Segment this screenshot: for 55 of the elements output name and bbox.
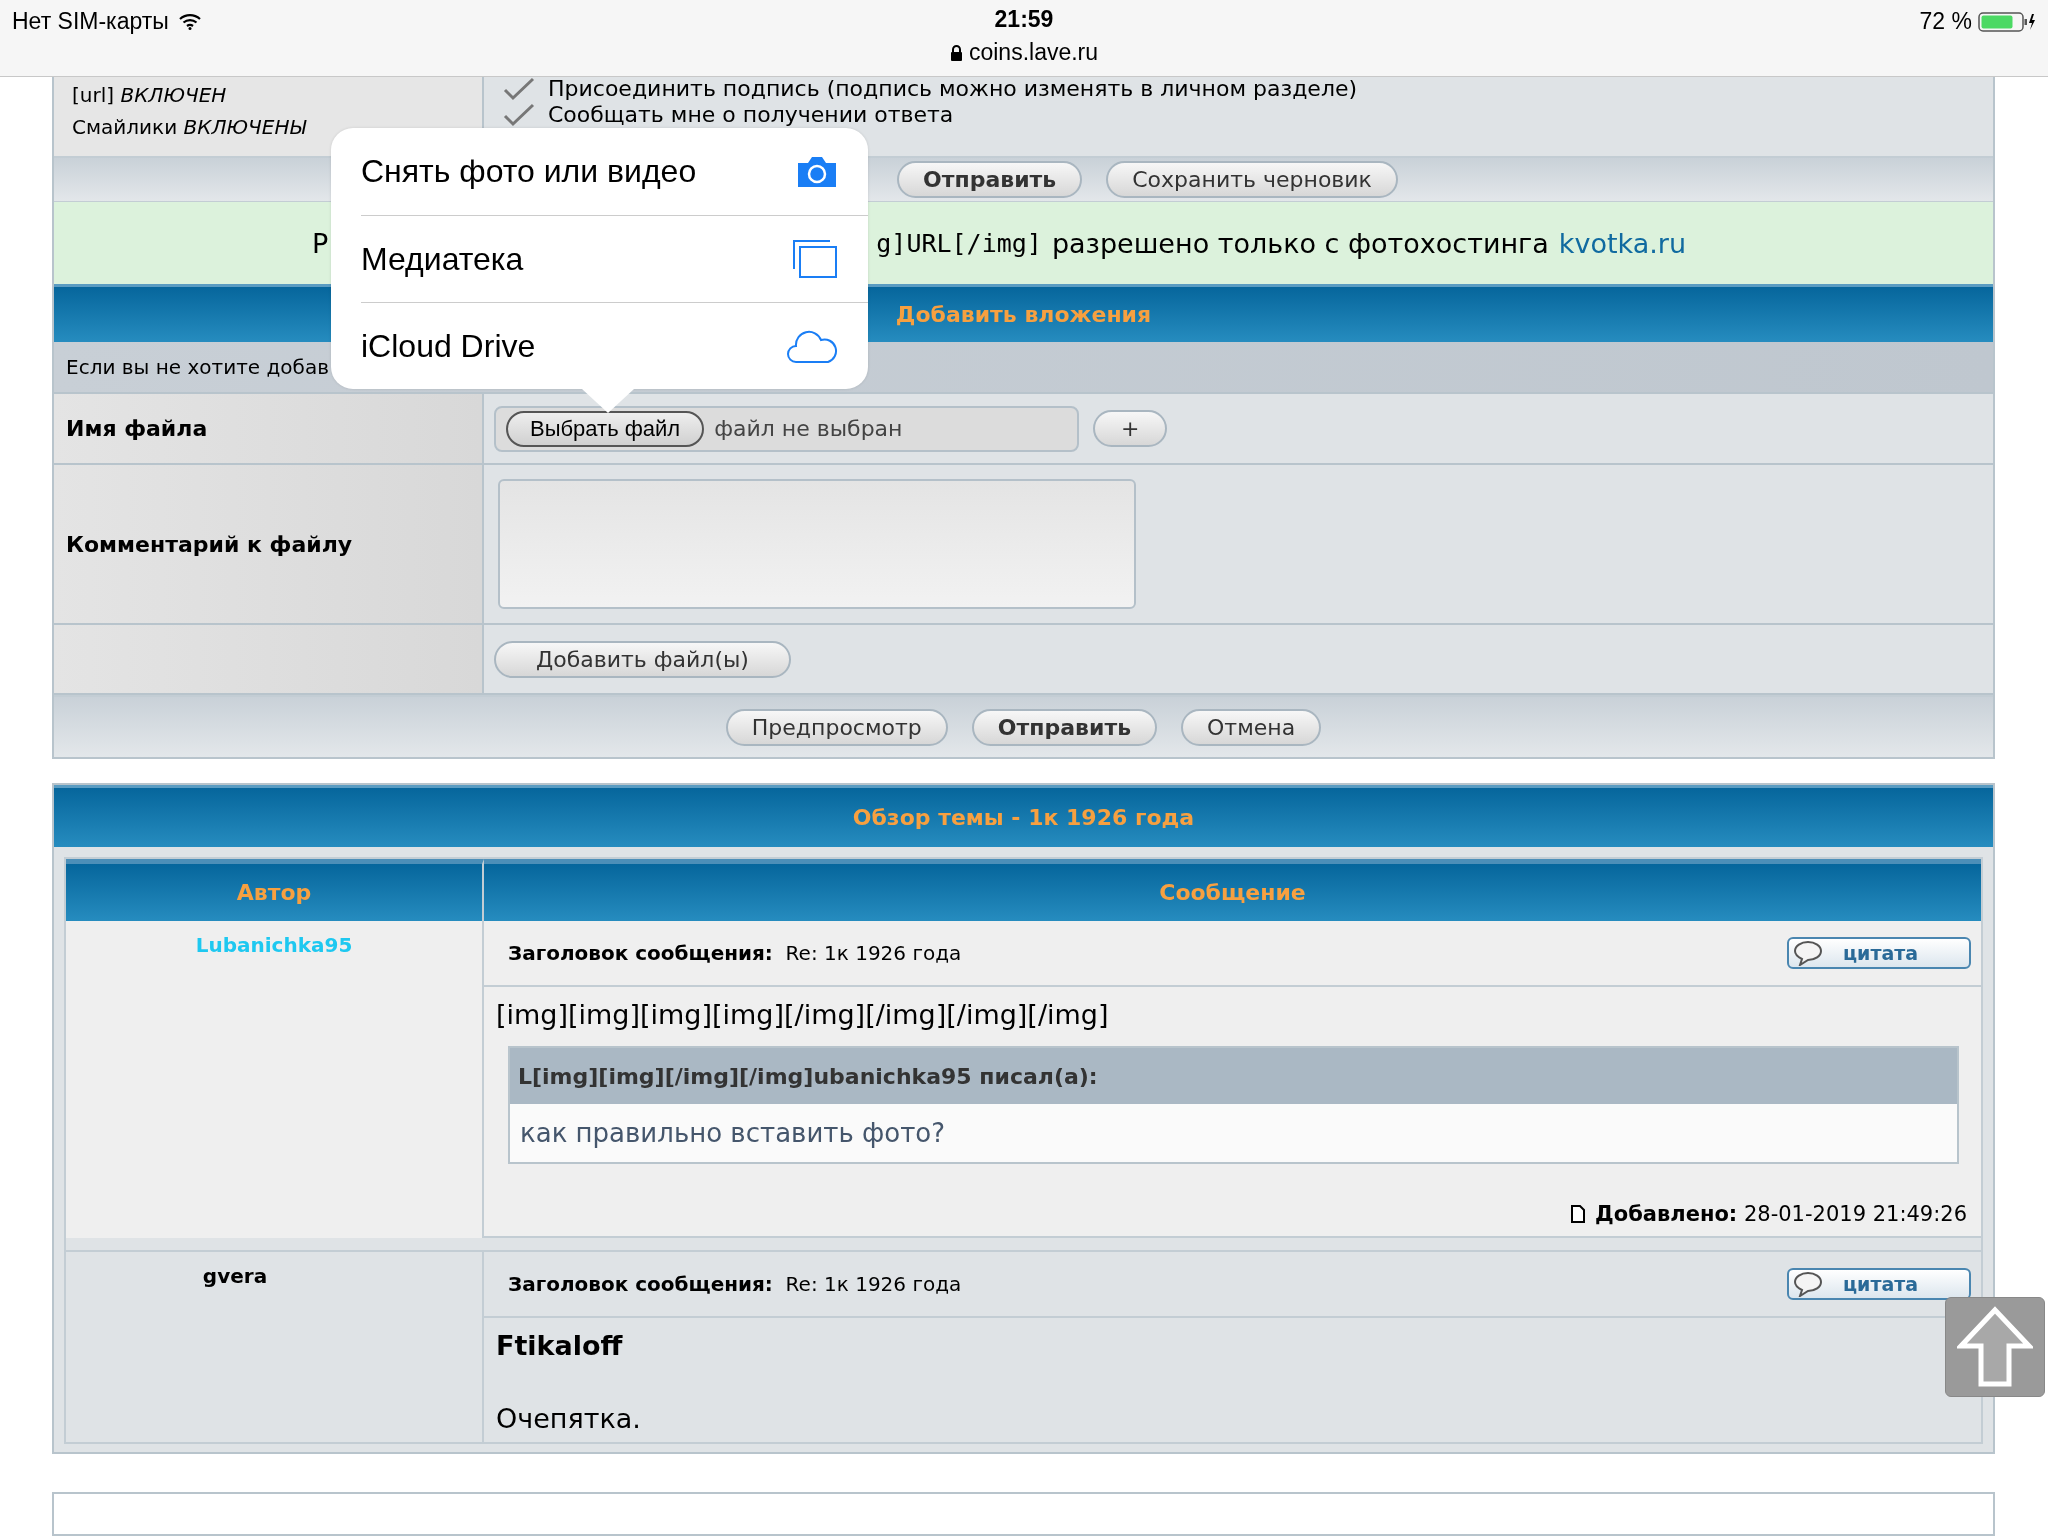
up-arrow-icon [1957, 1306, 2033, 1388]
section-title: Обзор темы - 1к 1926 года [54, 785, 1993, 847]
column-header: Сообщение [484, 859, 1981, 921]
menu-item[interactable]: iCloud Drive [361, 302, 868, 389]
action-button[interactable]: Отмена [1181, 708, 1322, 746]
battery-percent: 72 % [1919, 8, 1972, 35]
setting-status-text: [url] ВКЛЮЧЕН [72, 83, 228, 107]
add-row-button[interactable]: + [1093, 410, 1168, 447]
cloud-icon [786, 328, 838, 364]
file-input-field[interactable]: Выбрать файл файл не выбран [494, 405, 1079, 452]
field-label: Комментарий к файлу [54, 465, 484, 623]
post-text: Ftikaloff [495, 1329, 624, 1363]
post-text: Очепятка. [495, 1402, 642, 1436]
menu-item[interactable]: Снять фото или видео [361, 128, 868, 215]
form-button[interactable]: Сохранить черновик [1106, 161, 1398, 198]
file-status-text: файл не выбран [714, 416, 903, 441]
battery-icon [1978, 11, 2036, 32]
camera-icon [796, 154, 838, 189]
clock-time: 21:59 [994, 6, 1054, 33]
comment-input-field[interactable] [498, 479, 1136, 609]
notice-code-text: g]URL[/img] [876, 228, 1042, 258]
hosting-link[interactable]: kvotka.ru [1558, 227, 1687, 259]
scroll-top-button[interactable] [1945, 1297, 2045, 1397]
subject-text: Заголовок сообщения: Re: 1к 1926 года [508, 1272, 962, 1296]
carrier-text: Нет SIM-карты [12, 8, 169, 35]
address-text[interactable]: coins.lave.ru [968, 39, 1099, 66]
action-button[interactable]: Отправить [971, 708, 1158, 746]
document-icon [1571, 1205, 1586, 1223]
quote-button[interactable]: цитата [1787, 1268, 1971, 1300]
add-files-button[interactable]: Добавить файл(ы) [494, 640, 791, 678]
choose-file-button[interactable]: Выбрать файл [506, 410, 705, 447]
notice-text: Р [312, 227, 329, 259]
column-header: Автор [66, 859, 484, 921]
setting-status-text: Смайлики ВКЛЮЧЕНЫ [72, 115, 308, 139]
speech-bubble-icon [1793, 1271, 1823, 1297]
wifi-icon [178, 13, 201, 30]
subject-text: Заголовок сообщения: Re: 1к 1926 года [508, 941, 962, 965]
author-name[interactable]: gvera [202, 1264, 268, 1288]
post-text: [img][img][img][img][/img][/img][/img][/img] [495, 998, 1110, 1032]
quote-button[interactable]: цитата [1787, 937, 1971, 969]
action-button[interactable]: Предпросмотр [725, 708, 948, 746]
checkmark-icon[interactable] [502, 103, 536, 127]
lock-icon [949, 44, 963, 61]
field-label: Имя файла [54, 394, 484, 463]
photo-library-icon [792, 239, 838, 279]
checkmark-icon[interactable] [502, 77, 536, 101]
quote-author: L[img][img][/img][/img]ubanichka95 писал(а): [510, 1048, 1957, 1104]
checkbox-label: Присоединить подпись (подпись можно изменять в личном разделе) [548, 77, 1358, 101]
form-button[interactable]: Отправить [897, 161, 1083, 198]
speech-bubble-icon [1793, 940, 1823, 966]
menu-item[interactable]: Медиатека [361, 215, 868, 302]
posted-date: Добавлено: 28-01-2019 21:49:26 [1595, 1202, 1967, 1226]
notice-text: разрешено только с фотохостинга [1051, 227, 1549, 259]
quote-text: как правильно вставить фото? [519, 1117, 946, 1150]
checkbox-label: Сообщать мне о получении ответа [548, 103, 954, 127]
